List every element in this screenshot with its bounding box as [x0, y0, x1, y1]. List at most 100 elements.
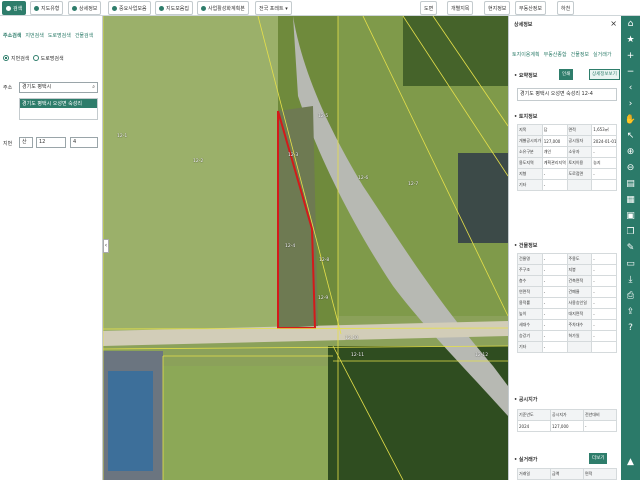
arrow-left-icon[interactable]: ‹: [624, 82, 637, 95]
tab-map-collection[interactable]: 지도모음집: [155, 1, 194, 15]
address-suggestions: 경기도 평택시 오성면 숙성리: [19, 98, 98, 120]
parcel-label: 12-5: [318, 114, 329, 119]
share-icon[interactable]: ⇪: [624, 306, 637, 319]
cursor-icon[interactable]: ↖: [624, 130, 637, 143]
detail-tabs: 토지이용계획 부동산종합 건물정보 실거래가: [512, 51, 615, 58]
tab-real-estate[interactable]: 부동산정보: [515, 1, 547, 15]
pen-icon[interactable]: ✎: [624, 242, 637, 255]
grid-icon[interactable]: ▦: [624, 194, 637, 207]
zoom-in-icon[interactable]: ⊕: [624, 146, 637, 159]
trade-table: 거래일 금액 면적: [517, 468, 617, 480]
table-row: 연면적 - 건폐율 -: [517, 286, 617, 298]
close-icon[interactable]: ×: [610, 19, 617, 28]
radio-road[interactable]: [32, 55, 39, 61]
section-trade: • 실거래가: [514, 457, 538, 463]
panel-title: 상세정보: [514, 22, 533, 28]
arrow-right-icon[interactable]: ›: [624, 98, 637, 111]
print-button[interactable]: 인쇄: [559, 69, 574, 80]
measure-icon[interactable]: ▤: [624, 178, 637, 191]
collapse-panel-button[interactable]: ‹: [103, 239, 109, 253]
tab-building-search[interactable]: 건물검색: [75, 33, 93, 39]
parcel-label: 12-2: [193, 159, 204, 164]
more-button[interactable]: 더보기: [589, 453, 608, 464]
region-select[interactable]: 전국 포레트 ▾: [255, 1, 292, 15]
address-label: 주소: [3, 85, 13, 91]
table-row: 건물명 - 주용도 -: [517, 253, 617, 265]
table-row: 기타 -: [517, 179, 617, 191]
table-row: 높이 - 대지면적 -: [517, 308, 617, 320]
jibun-sub-input[interactable]: 4: [70, 137, 98, 148]
address-input[interactable]: 경기도 평택시 ⌕: [19, 82, 98, 93]
save-icon[interactable]: ▣: [624, 210, 637, 223]
tab-building[interactable]: 건물정보: [571, 52, 589, 58]
tab-map-type[interactable]: 지도유형: [30, 1, 64, 15]
tab-detail[interactable]: 상세정보: [68, 1, 102, 15]
tab-land-use[interactable]: 토지이용계획: [512, 52, 540, 58]
info-icon: [72, 6, 77, 11]
parcel-address: 경기도 평택시 오성면 숙성리 12-4: [517, 88, 617, 101]
tab-search[interactable]: 검색: [2, 1, 27, 15]
table-row: 세대수 - 주차대수 -: [517, 319, 617, 331]
parcel-label: 12-10: [345, 336, 359, 341]
table-row: 거래일 금액 면적: [517, 468, 617, 480]
minus-icon[interactable]: −: [624, 66, 637, 79]
table-row: 소유구분 개인 소유자 -: [517, 146, 617, 158]
hand-icon[interactable]: ✋: [624, 114, 637, 127]
search-mode-radios: 지번검색 도로명검색: [3, 55, 64, 62]
parcel-label: 12-12: [475, 353, 489, 358]
parcel-label: 12-3: [288, 153, 299, 158]
table-row: 2024 127,000-: [517, 420, 617, 432]
search-panel: 주소검색 지번검색 도로명검색 건물검색 지번검색 도로명검색 주소 경기도 평택시 ⌕…: [0, 16, 103, 480]
jibun-number-input[interactable]: 12: [36, 137, 66, 148]
parcel-label: 12-11: [351, 353, 365, 358]
plus-icon[interactable]: +: [624, 50, 637, 63]
table-row: 기준년도 공시지가 전년대비: [517, 409, 617, 421]
layers-icon: [34, 6, 39, 11]
parcel-label: 12-9: [318, 296, 329, 301]
tab-trade[interactable]: 실거래가: [593, 52, 611, 58]
star-icon[interactable]: ★: [624, 34, 637, 47]
tab-plan[interactable]: 도면: [420, 1, 438, 15]
building-info-table: 건물명 - 주용도 - 주구조 - 지붕 - 층수 - 건축면적 - 연면적 - 건폐율 - 용적률 - 사…: [517, 253, 617, 353]
search-icon[interactable]: ⌕: [92, 83, 95, 92]
download-icon[interactable]: ⤓: [624, 274, 637, 287]
suggestion-item[interactable]: 경기도 평택시 오성면 숙성리: [20, 99, 97, 108]
search-icon: [6, 6, 11, 11]
price-table: 기준년도 공시지가 전년대비 2024 127,000-: [517, 409, 617, 432]
land-info-table: 지목 답 면적 1,653㎡ 개별공시지가 127,000 공시일자 2024-01-01 …: [517, 124, 617, 191]
eraser-icon[interactable]: ▭: [624, 258, 637, 271]
tab-field-info[interactable]: 현지정보: [484, 1, 511, 15]
copy-icon[interactable]: ❐: [624, 226, 637, 239]
detail-button[interactable]: 상세정보보기: [589, 69, 620, 80]
section-land: • 토지정보: [514, 114, 538, 120]
tab-river[interactable]: 하천: [557, 1, 575, 15]
parcel-label: 12-4: [285, 244, 296, 249]
table-row: 층수 - 건축면적 -: [517, 275, 617, 287]
print-icon[interactable]: ⎙: [624, 290, 637, 303]
parcel-label: 12-1: [117, 134, 128, 139]
satellite-map[interactable]: 12-1 12-2 12-3 12-4 12-5 12-6 12-7 12-8 …: [103, 16, 508, 480]
search-type-tabs: 주소검색 지번검색 도로명검색 건물검색: [3, 32, 97, 42]
radio-jibun[interactable]: [3, 55, 9, 61]
tab-integrated[interactable]: 부동산종합: [544, 52, 567, 58]
map-toolbar: ⌂ ★ + − ‹ › ✋ ↖ ⊕ ⊖ ▤ ▦ ▣ ❐ ✎ ▭ ⤓ ⎙ ⇪ ? …: [621, 16, 640, 480]
tab-address-search[interactable]: 주소검색: [3, 33, 21, 39]
table-row: 지형 - 도로접면 -: [517, 168, 617, 180]
jibun-main-input[interactable]: 산: [19, 137, 33, 148]
help-icon[interactable]: ?: [624, 322, 637, 335]
parcel-label: 12-7: [408, 182, 419, 187]
zoom-out-icon[interactable]: ⊖: [624, 162, 637, 175]
map-canvas: [103, 16, 508, 480]
home-icon[interactable]: ⌂: [624, 18, 637, 31]
parcel-label: 12-8: [319, 258, 330, 263]
tab-business-plan[interactable]: 사업활성화계획본: [197, 1, 249, 15]
tab-projects[interactable]: 중요사업모음: [108, 1, 151, 15]
section-price: • 공시지가: [514, 397, 538, 403]
tab-land-category[interactable]: 개별지목: [447, 1, 474, 15]
tab-road-search[interactable]: 도로명검색: [48, 33, 71, 39]
table-row: 개별공시지가 127,000 공시일자 2024-01-01: [517, 135, 617, 147]
parcel-label: 12-6: [358, 176, 369, 181]
section-summary: • 요약정보: [514, 73, 538, 79]
section-building: • 건물정보: [514, 243, 538, 249]
tab-jibun-search[interactable]: 지번검색: [25, 33, 43, 39]
